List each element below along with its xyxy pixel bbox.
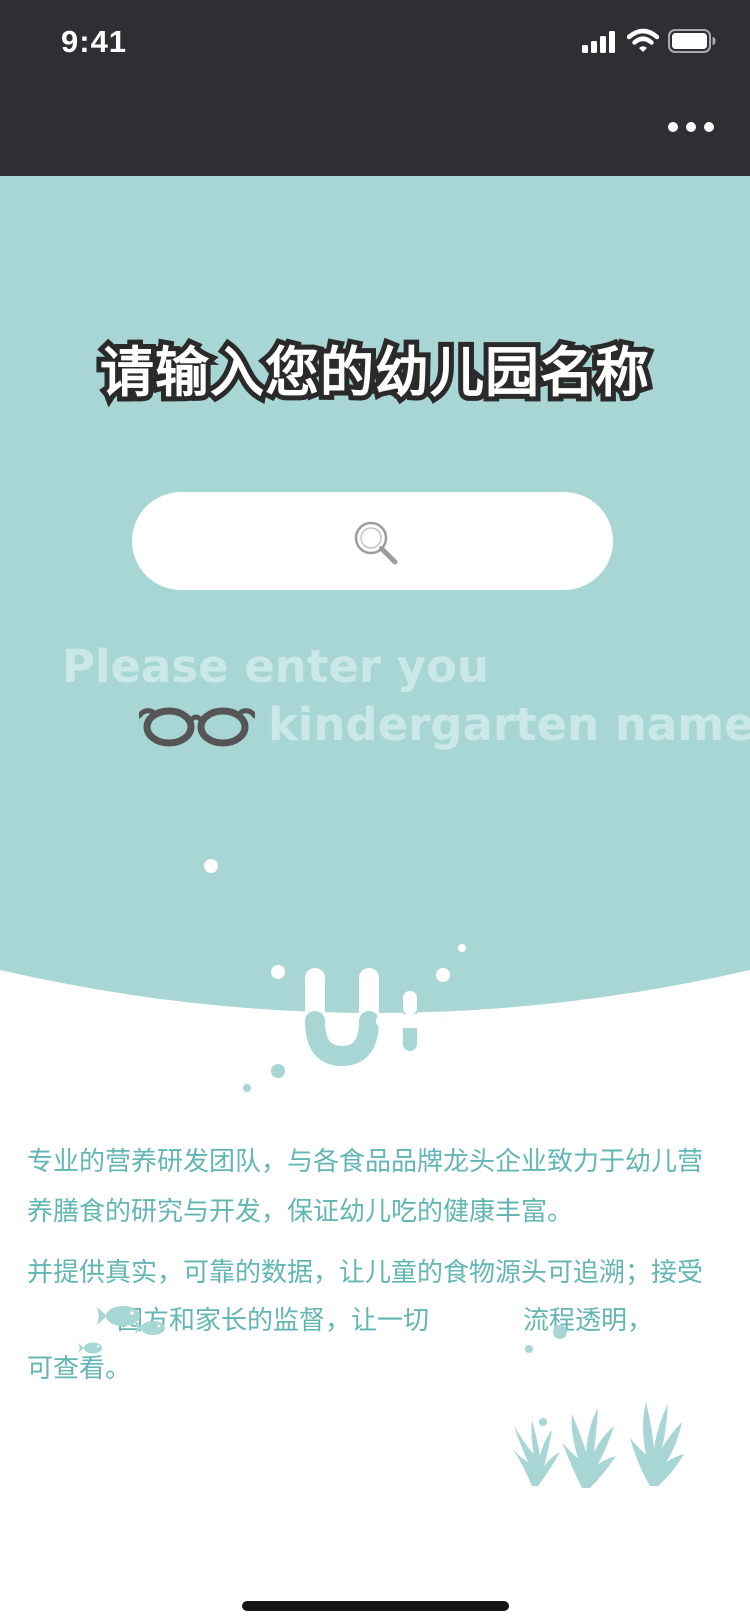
bubble-dot (458, 944, 466, 952)
bubble-dot (436, 968, 450, 982)
more-dot (704, 122, 714, 132)
signal-icon (582, 31, 615, 53)
bubble-dot (271, 1064, 285, 1078)
bubble-dot (271, 965, 285, 979)
fish-icon (78, 1342, 102, 1354)
status-bar: 9:41 (0, 0, 750, 176)
seaweed-icon (512, 1402, 684, 1488)
description: 专业的营养研发团队，与各食品品牌龙头企业致力于幼儿营养膳食的研究与开发，保证幼儿… (27, 1137, 727, 1393)
fish-icon (135, 1321, 165, 1335)
status-time: 9:41 (61, 24, 128, 59)
more-dot (668, 122, 678, 132)
bubbles-icon (525, 1325, 567, 1353)
u-plus-logo (305, 968, 443, 1067)
bubble-dot (243, 1084, 251, 1092)
bubble-dot (204, 859, 218, 873)
wifi-icon (627, 28, 659, 52)
description-text: 可查看。 (27, 1354, 132, 1384)
description-paragraph-1: 专业的营养研发团队，与各食品品牌龙头企业致力于幼儿营养膳食的研究与开发，保证幼儿… (27, 1147, 704, 1227)
decoration-layer (204, 859, 466, 1092)
description-text: 并提供真实，可靠的数据，让儿童的食物源头可追溯；接受 (27, 1258, 704, 1288)
more-dot (686, 122, 696, 132)
battery-icon (668, 29, 716, 53)
more-button[interactable] (668, 114, 714, 140)
home-indicator[interactable] (242, 1601, 509, 1611)
